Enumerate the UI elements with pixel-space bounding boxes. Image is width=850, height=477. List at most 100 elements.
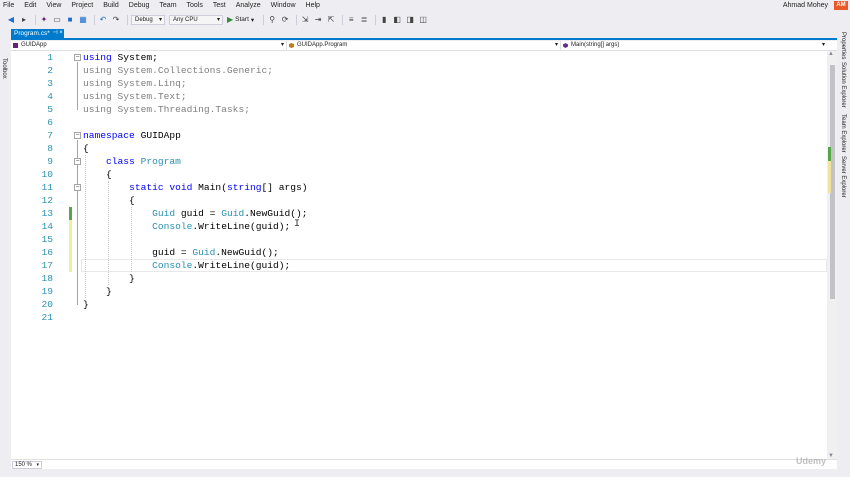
menu-item-help[interactable]: Help — [301, 0, 325, 11]
solution-platform-dropdown[interactable]: Any CPU — [169, 14, 223, 25]
line-number: 5 — [47, 104, 53, 115]
bookmark-icon[interactable]: ▮ — [379, 15, 389, 25]
code-token: Guid — [192, 247, 216, 258]
code-token: string — [226, 182, 262, 193]
chevron-down-icon: ▾ — [36, 462, 39, 468]
code-line[interactable]: 18 } — [11, 272, 827, 285]
code-token: Program — [140, 156, 181, 167]
tab-program-cs[interactable]: Program.cs* ⊣ × — [11, 29, 64, 38]
back-icon[interactable]: ◀ — [6, 15, 16, 25]
code-line[interactable]: 10 { — [11, 168, 827, 181]
outdent-icon[interactable]: ≣ — [359, 15, 369, 25]
code-line[interactable]: 16 guid = Guid.NewGuid(); — [11, 246, 827, 259]
code-line[interactable]: 9 class Program — [11, 155, 827, 168]
code-token: .NewGuid(); — [215, 247, 279, 258]
class-icon — [289, 43, 294, 48]
code-token: .WriteLine(guid); — [192, 260, 291, 271]
user-name[interactable]: Ahmad Mohey — [783, 0, 828, 11]
step-over-icon[interactable]: ⇥ — [313, 15, 323, 25]
browser-link-icon[interactable]: ⚲ — [267, 15, 277, 25]
code-line[interactable]: 8{ — [11, 142, 827, 155]
line-number: 12 — [41, 195, 53, 206]
code-line[interactable]: 4 using System.Text; — [11, 90, 827, 103]
code-line[interactable]: 15 — [11, 233, 827, 246]
editor-status-bar: 150 % ▾ — [11, 459, 837, 469]
menu-item-debug[interactable]: Debug — [124, 0, 155, 11]
menu-item-tools[interactable]: Tools — [182, 0, 208, 11]
collapse-icon[interactable]: − — [74, 184, 81, 191]
new-project-icon[interactable]: ✦ — [39, 15, 49, 25]
code-line[interactable]: 12 { — [11, 194, 827, 207]
code-token: Guid — [152, 208, 176, 219]
code-text: { — [83, 142, 89, 155]
code-token: namespace — [83, 130, 135, 141]
code-line[interactable]: 21 — [11, 311, 827, 324]
tab-server-explorer[interactable]: Server Explorer — [840, 156, 846, 198]
code-line[interactable]: 1 using System; — [11, 51, 827, 64]
code-line[interactable]: 3 using System.Linq; — [11, 77, 827, 90]
menu-item-analyze[interactable]: Analyze — [231, 0, 266, 11]
code-text: Console.WriteLine(guid); — [83, 259, 290, 272]
project-dropdown[interactable]: GUIDApp ▾ — [11, 41, 287, 50]
code-line[interactable]: 11 static void Main(string[] args) — [11, 181, 827, 194]
indent-icon[interactable]: ≡ — [346, 15, 356, 25]
tab-team-explorer[interactable]: Team Explorer — [840, 114, 846, 153]
menu-item-view[interactable]: View — [41, 0, 66, 11]
prev-bookmark-icon[interactable]: ◧ — [392, 15, 402, 25]
code-line[interactable]: 2 using System.Collections.Generic; — [11, 64, 827, 77]
code-token: { — [83, 143, 89, 154]
start-button[interactable]: ▶ Start ▾ — [227, 15, 254, 24]
line-number: 9 — [47, 156, 53, 167]
save-all-icon[interactable]: ▦ — [78, 15, 88, 25]
menu-item-window[interactable]: Window — [266, 0, 301, 11]
collapse-icon[interactable]: − — [74, 132, 81, 139]
zoom-dropdown[interactable]: 150 % ▾ — [12, 461, 42, 469]
code-editor[interactable]: 1 using System; 2 using System.Collections.… — [11, 51, 827, 459]
collapse-icon[interactable]: − — [74, 158, 81, 165]
mouse-ibeam-icon: I — [294, 219, 301, 230]
code-token: Console — [152, 260, 193, 271]
tab-solution-explorer[interactable]: Solution Explorer — [840, 62, 846, 108]
toolbox-tab[interactable]: Toolbox — [1, 58, 7, 79]
next-bookmark-icon[interactable]: ◨ — [405, 15, 415, 25]
undo-icon[interactable]: ↶ — [98, 15, 108, 25]
open-file-icon[interactable]: ▭ — [52, 15, 62, 25]
menu-item-project[interactable]: Project — [66, 0, 98, 11]
step-out-icon[interactable]: ⇱ — [326, 15, 336, 25]
redo-icon[interactable]: ↷ — [111, 15, 121, 25]
code-line[interactable]: 17 Console.WriteLine(guid); — [11, 259, 827, 272]
scroll-up-icon[interactable]: ▲ — [828, 51, 834, 57]
close-icon[interactable]: × — [59, 29, 63, 38]
hot-reload-icon[interactable]: ⟳ — [280, 15, 290, 25]
solution-config-dropdown[interactable]: Debug — [131, 14, 165, 25]
code-token: .NewGuid(); — [244, 208, 308, 219]
save-icon[interactable]: ■ — [65, 15, 75, 25]
code-line[interactable]: 19 } — [11, 285, 827, 298]
clear-bookmarks-icon[interactable]: ◫ — [418, 15, 428, 25]
code-line[interactable]: 20} — [11, 298, 827, 311]
member-dropdown[interactable]: Main(string[] args) ▾ — [561, 41, 827, 50]
collapse-icon[interactable]: − — [74, 54, 81, 61]
menu-item-test[interactable]: Test — [208, 0, 231, 11]
pin-icon[interactable]: ⊣ — [53, 29, 58, 38]
code-line[interactable]: 6 — [11, 116, 827, 129]
code-line[interactable]: 5 using System.Threading.Tasks; — [11, 103, 827, 116]
vertical-scrollbar[interactable]: ▲ ▼ — [827, 51, 837, 459]
forward-icon[interactable]: ▸ — [19, 15, 29, 25]
step-into-icon[interactable]: ⇲ — [300, 15, 310, 25]
menu-item-edit[interactable]: Edit — [19, 0, 41, 11]
toolbar-separator — [263, 14, 265, 25]
code-line[interactable]: 13 Guid guid = Guid.NewGuid(); — [11, 207, 827, 220]
user-avatar[interactable]: AM — [834, 1, 848, 10]
menu-item-team[interactable]: Team — [154, 0, 181, 11]
zoom-value: 150 % — [15, 462, 33, 468]
class-dropdown[interactable]: GUIDApp.Program ▾ — [287, 41, 561, 50]
tab-properties[interactable]: Properties — [840, 32, 846, 59]
code-line[interactable]: 7 namespace GUIDApp — [11, 129, 827, 142]
menu-item-build[interactable]: Build — [98, 0, 124, 11]
code-line[interactable]: 14 Console.WriteLine(guid); — [11, 220, 827, 233]
navigation-bar: GUIDApp ▾ GUIDApp.Program ▾ Main(string[… — [11, 41, 837, 51]
line-number: 11 — [41, 182, 53, 193]
code-token: .WriteLine(guid); — [192, 221, 291, 232]
menu-item-file[interactable]: File — [0, 0, 19, 11]
